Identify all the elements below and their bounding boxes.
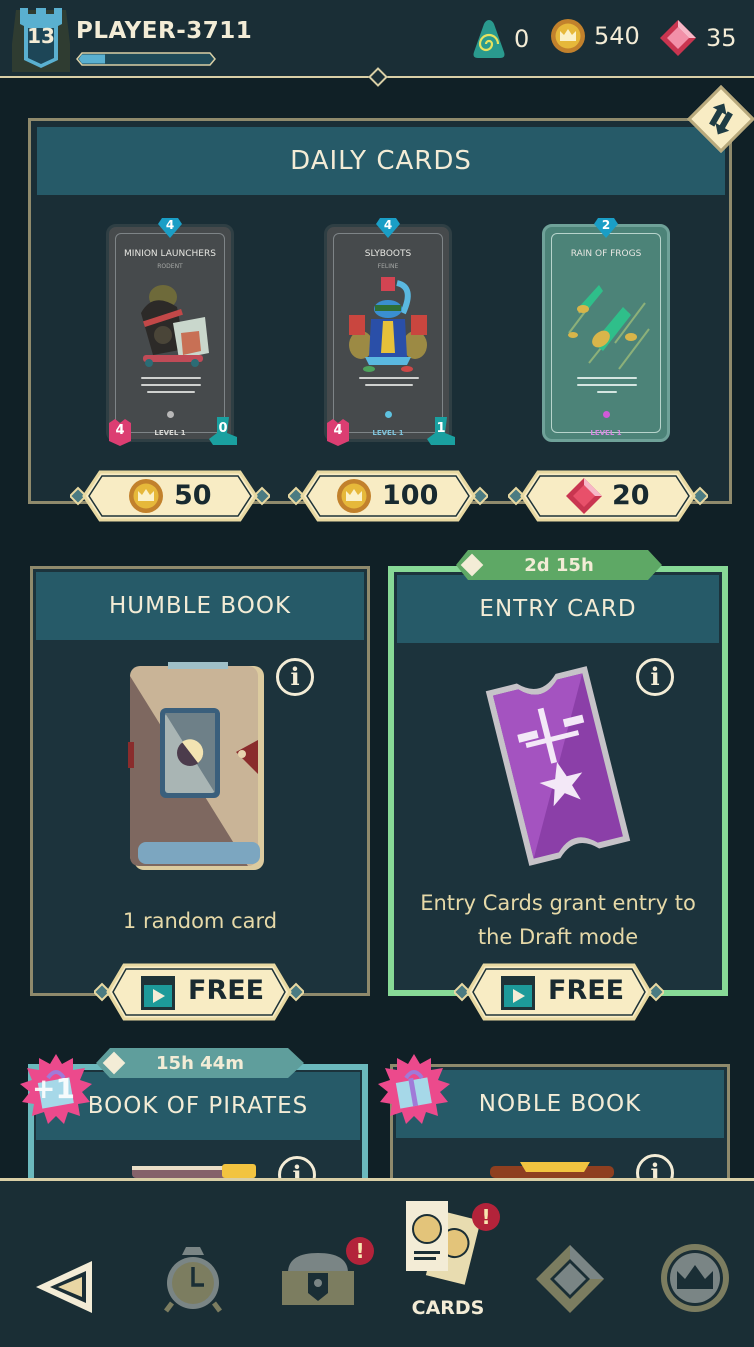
mana-cost-gem: 4 [375, 217, 401, 239]
ruby-gem-icon [660, 20, 696, 56]
offer-title: ENTRY CARD [397, 575, 719, 643]
buy-card-1-button[interactable]: 50 [68, 470, 272, 522]
timer-text: 15h 44m [156, 1052, 244, 1074]
nav-back-button[interactable] [34, 1259, 94, 1315]
cards-icon [406, 1201, 481, 1285]
mana-cost-gem: 4 [157, 217, 183, 239]
xp-progress-bar [76, 52, 216, 66]
spiral-token-icon [473, 20, 505, 58]
price-label: 20 [612, 480, 650, 511]
back-triangle-icon [36, 1261, 92, 1313]
nav-cards-label: CARDS [411, 1297, 485, 1319]
swap-arrows-icon [709, 103, 733, 135]
card-title: MINION LAUNCHERS [124, 249, 216, 259]
timer-text: 2d 15h [524, 554, 594, 576]
gift-bonus-badge [378, 1054, 450, 1126]
buy-card-3-button[interactable]: 20 [506, 470, 710, 522]
rarity-dot [603, 411, 610, 418]
card-title: RAIN OF FROGS [570, 249, 642, 259]
daily-card-minion-launchers[interactable]: 4 MINION LAUNCHERS RODENT LEVEL 1 4 0 [106, 218, 237, 446]
rarity-dot [167, 411, 174, 418]
entry-ticket-icon [485, 666, 631, 866]
price-button-frame [506, 470, 710, 522]
player-name[interactable]: PLAYER-3711 [76, 18, 252, 44]
daily-cards-title: DAILY CARDS [37, 127, 725, 195]
minion-launchers-art [141, 285, 209, 367]
currency-token: 0 [472, 18, 529, 60]
entry-card-free-button[interactable]: FREE [452, 963, 666, 1021]
pirate-book-icon [132, 1164, 256, 1178]
alarm-clock-icon [164, 1247, 222, 1313]
rain-of-frogs-art [568, 285, 650, 370]
slyboots-art [349, 277, 427, 372]
pirates-timer: 15h 44m [96, 1048, 304, 1078]
xp-progress-fill [78, 54, 106, 64]
price-button-frame [68, 470, 272, 522]
ruby-gem-icon [566, 478, 602, 514]
nav-cards-tab[interactable]: ! CARDS [400, 1195, 500, 1335]
humble-book-offer[interactable]: HUMBLE BOOK i 1 random card [30, 566, 370, 996]
entry-card-offer[interactable]: ENTRY CARD i Entry Cards grant entry to … [388, 566, 728, 996]
gold-count: 540 [594, 22, 640, 50]
currency-gold: 540 [550, 18, 640, 54]
card-tribe: RODENT [157, 263, 183, 270]
token-count: 0 [514, 25, 530, 53]
treasure-chest-icon [282, 1253, 354, 1305]
gift-icon [378, 1054, 450, 1124]
bottom-nav: ! ! CARDS [0, 1178, 754, 1347]
noble-book-icon [490, 1162, 614, 1178]
card-level: LEVEL 1 [590, 429, 622, 437]
chest-alert-badge: ! [346, 1237, 374, 1265]
price-label: 100 [382, 480, 439, 511]
offer-description: Entry Cards grant entry to the Draft mod… [420, 891, 696, 949]
diamond-icon [536, 1245, 604, 1313]
daily-card-rain-of-frogs[interactable]: 2 RAIN OF FROGS LEVEL 1 [542, 218, 670, 442]
currency-gems: 35 [658, 18, 737, 58]
attack-stat: 4 [105, 417, 135, 447]
rarity-dot [385, 411, 392, 418]
nav-chest-button[interactable]: ! [280, 1237, 374, 1307]
mana-cost-gem: 2 [593, 217, 619, 239]
price-label: 50 [174, 480, 212, 511]
video-ad-icon [501, 976, 535, 1010]
gift-bonus-badge: +1 [20, 1054, 92, 1126]
nav-timer-button[interactable] [164, 1245, 222, 1313]
player-level: 13 [27, 24, 55, 48]
gem-count: 35 [706, 24, 737, 52]
video-ad-icon [141, 976, 175, 1010]
offer-description: 1 random card [122, 909, 278, 933]
free-label: FREE [548, 975, 625, 1006]
humble-book-icon [128, 662, 264, 870]
nav-crown-button[interactable] [660, 1243, 730, 1313]
info-icon[interactable]: i [636, 658, 674, 696]
buy-card-2-button[interactable]: 100 [286, 470, 490, 522]
cards-alert-badge: ! [472, 1203, 500, 1231]
crown-badge-icon [661, 1244, 729, 1312]
humble-book-free-button[interactable]: FREE [92, 963, 306, 1021]
bonus-count: +1 [32, 1072, 75, 1105]
attack-stat: 4 [323, 417, 353, 447]
daily-card-slyboots[interactable]: 4 SLYBOOTS FELINE LEVEL 1 4 1 [324, 218, 455, 446]
card-tribe: FELINE [377, 263, 399, 270]
offer-title: HUMBLE BOOK [36, 572, 364, 640]
health-stat: 1 [425, 415, 457, 447]
info-icon[interactable]: i [276, 658, 314, 696]
health-stat: 0 [207, 415, 239, 447]
crown-coin-icon [551, 19, 585, 53]
shop-screen: 13 PLAYER-3711 0 540 35 DAILY CARDS 4 MI… [0, 0, 754, 1347]
nav-gem-button[interactable] [534, 1243, 606, 1315]
crown-coin-icon [129, 479, 163, 513]
crown-coin-icon [337, 479, 371, 513]
free-label: FREE [188, 975, 265, 1006]
card-title: SLYBOOTS [364, 249, 412, 259]
entry-card-timer: 2d 15h [456, 550, 662, 580]
